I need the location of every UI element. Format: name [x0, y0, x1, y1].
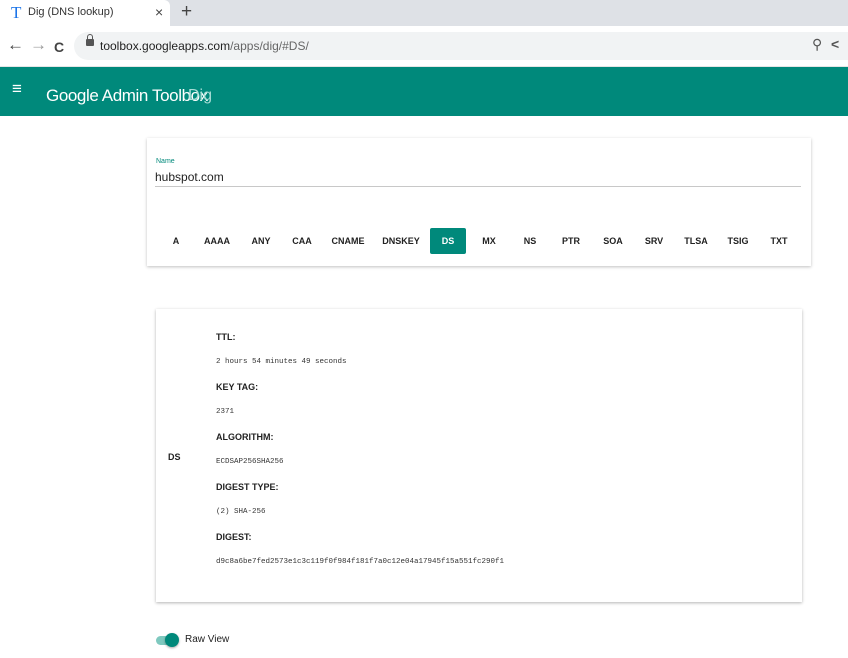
app-title: Google Admin Toolbox: [46, 86, 208, 105]
record-type-tlsa-button[interactable]: TLSA: [680, 228, 712, 254]
tab-favicon-icon: T: [11, 3, 22, 22]
browser-toolbar: ← → C toolbox.googleapps.com/apps/dig/#D…: [0, 26, 848, 67]
record-type-buttons: A AAAA ANY CAA CNAME DNSKEY DS MX NS PTR SOA SRV TLS…: [147, 228, 811, 256]
record-type-soa-button[interactable]: SOA: [599, 228, 627, 254]
record-type-ds-button[interactable]: DS: [430, 228, 466, 254]
record-type-label: DS: [168, 452, 181, 462]
toggle-knob: [165, 633, 179, 647]
browser-tab[interactable]: T Dig (DNS lookup) ×: [0, 0, 170, 26]
lock-icon[interactable]: [86, 34, 94, 46]
digest-value: d9c8a6be7fed2573e1c3c119f0f984f181f7a0c1…: [216, 558, 505, 566]
reload-icon[interactable]: C: [54, 37, 64, 57]
new-tab-icon[interactable]: +: [181, 1, 192, 23]
zoom-icon[interactable]: ⚲: [812, 36, 822, 53]
digest-label: DIGEST:: [216, 532, 252, 542]
url-text[interactable]: toolbox.googleapps.com/apps/dig/#DS/: [100, 39, 309, 53]
algorithm-label: ALGORITHM:: [216, 432, 274, 442]
query-card: Name AAAAAANYCAACNAMEDNSKEYDSMXNSPTRSOAS…: [147, 138, 811, 266]
raw-view-label: Raw View: [185, 634, 230, 645]
algorithm-value: ECDSAP256SHA256: [216, 458, 284, 466]
record-type-a-button[interactable]: A: [165, 228, 187, 254]
record-type-ptr-button[interactable]: PTR: [557, 228, 585, 254]
app-header: ≡ Google Admin Toolbox Dig: [0, 67, 848, 116]
tab-title: Dig (DNS lookup): [28, 6, 114, 18]
browser-tab-strip: T Dig (DNS lookup) × +: [0, 0, 848, 26]
hamburger-menu-icon[interactable]: ≡: [12, 79, 22, 99]
raw-view-toggle[interactable]: [156, 633, 179, 647]
url-path: /apps/dig/#DS/: [230, 39, 309, 53]
url-host: toolbox.googleapps.com: [100, 39, 231, 53]
record-type-caa-button[interactable]: CAA: [289, 228, 315, 254]
record-type-txt-button[interactable]: TXT: [766, 228, 792, 254]
tab-close-icon[interactable]: ×: [155, 4, 163, 20]
record-type-tsig-button[interactable]: TSIG: [723, 228, 753, 254]
record-type-mx-button[interactable]: MX: [476, 228, 502, 254]
name-input[interactable]: [155, 168, 801, 187]
record-type-aaaa-button[interactable]: AAAA: [202, 228, 232, 254]
app-subtitle: Dig: [188, 87, 213, 104]
record-type-ns-button[interactable]: NS: [518, 228, 542, 254]
result-card: DS TTL: 2 hours 54 minutes 49 seconds KE…: [156, 309, 802, 602]
ttl-value: 2 hours 54 minutes 49 seconds: [216, 358, 347, 366]
record-type-srv-button[interactable]: SRV: [640, 228, 668, 254]
forward-arrow-icon[interactable]: →: [30, 35, 47, 55]
share-icon[interactable]: <: [831, 36, 839, 52]
address-bar[interactable]: toolbox.googleapps.com/apps/dig/#DS/ ⚲ <: [74, 32, 848, 60]
back-arrow-icon[interactable]: ←: [7, 35, 24, 55]
key-tag-label: KEY TAG:: [216, 382, 259, 392]
record-type-any-button[interactable]: ANY: [247, 228, 275, 254]
record-type-cname-button[interactable]: CNAME: [329, 228, 367, 254]
ttl-label: TTL:: [216, 332, 236, 342]
digest-type-label: DIGEST TYPE:: [216, 482, 279, 492]
key-tag-value: 2371: [216, 408, 235, 416]
name-field-label: Name: [156, 158, 175, 165]
digest-type-value: (2) SHA-256: [216, 508, 266, 516]
record-type-dnskey-button[interactable]: DNSKEY: [380, 228, 422, 254]
